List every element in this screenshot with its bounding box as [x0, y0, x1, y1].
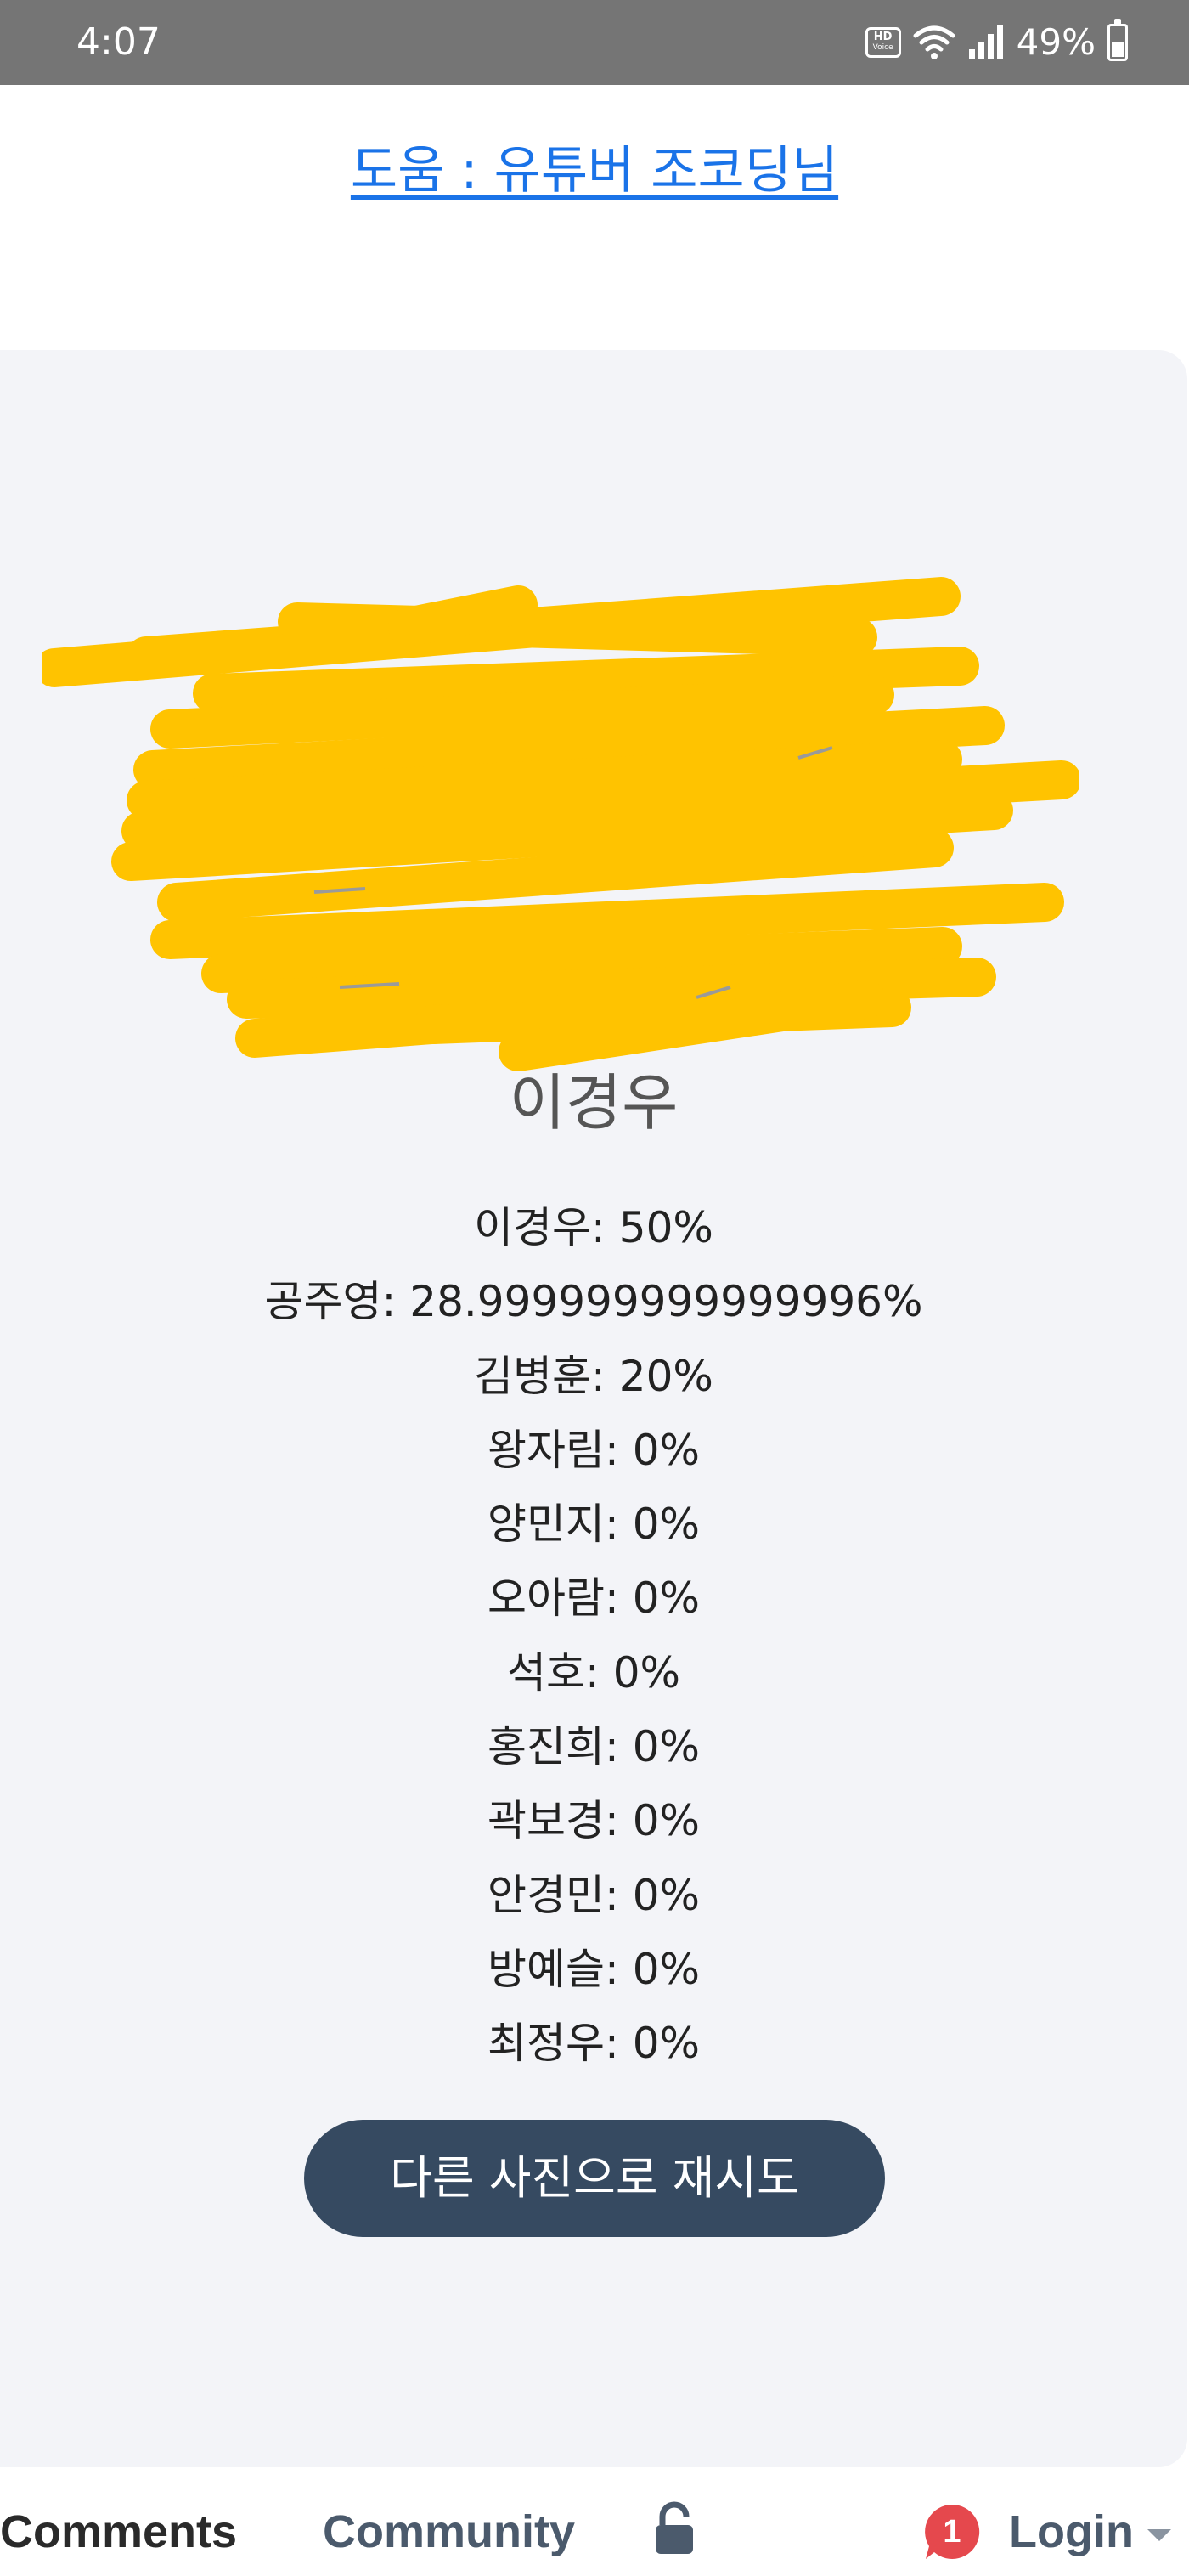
login-button[interactable]: Login: [1009, 2505, 1134, 2559]
login-area[interactable]: 1 Login: [922, 2500, 1171, 2564]
status-time: 4:07: [76, 20, 161, 64]
status-bar: 4:07 HD Voice 49%: [0, 0, 1189, 85]
list-item: 곽보경: 0%: [487, 1796, 701, 1846]
list-item: 김병훈: 20%: [474, 1351, 713, 1401]
hd-voice-label: Voice: [872, 43, 893, 52]
status-icons: HD Voice 49%: [865, 17, 1128, 68]
list-item: 안경민: 0%: [487, 1870, 701, 1920]
bottom-bar: Comments Community 1 Login: [0, 2483, 1189, 2576]
list-item: 양민지: 0%: [487, 1500, 701, 1550]
lock-icon[interactable]: [654, 2501, 695, 2556]
battery-percent: 49%: [1016, 21, 1096, 63]
help-link[interactable]: 도움 : 유튜버 조코딩님: [0, 136, 1189, 206]
list-item: 왕자림: 0%: [487, 1425, 701, 1475]
hd-voice-icon: HD Voice: [865, 27, 901, 58]
list-item: 공주영: 28.999999999999996%: [264, 1277, 923, 1327]
list-item: 방예슬: 0%: [487, 1944, 701, 1994]
list-item: 오아람: 0%: [487, 1573, 701, 1624]
battery-icon: [1107, 19, 1128, 61]
notification-count: 1: [943, 2514, 961, 2550]
result-card: 이경우 이경우: 50% 공주영: 28.999999999999996% 김병…: [0, 350, 1187, 2467]
list-item: 홍진희: 0%: [487, 1722, 701, 1772]
chevron-down-icon[interactable]: [1147, 2529, 1171, 2541]
result-list: 이경우: 50% 공주영: 28.999999999999996% 김병훈: 2…: [0, 1191, 1187, 2082]
wifi-icon: [913, 25, 955, 59]
top-match-name: 이경우: [509, 1067, 679, 1138]
notification-badge[interactable]: 1: [922, 2502, 982, 2562]
scribble-redaction: [42, 577, 1079, 1071]
hd-label: HD: [873, 31, 893, 43]
signal-icon: [968, 25, 1003, 59]
retry-button[interactable]: 다른 사진으로 재시도: [304, 2120, 885, 2237]
list-item: 최정우: 0%: [487, 2019, 701, 2069]
tab-community[interactable]: Community: [323, 2505, 575, 2559]
list-item: 석호: 0%: [506, 1647, 681, 1698]
tab-comments[interactable]: Comments: [0, 2505, 237, 2559]
list-item: 이경우: 50%: [474, 1203, 713, 1252]
obscured-photo: [42, 477, 1079, 1072]
